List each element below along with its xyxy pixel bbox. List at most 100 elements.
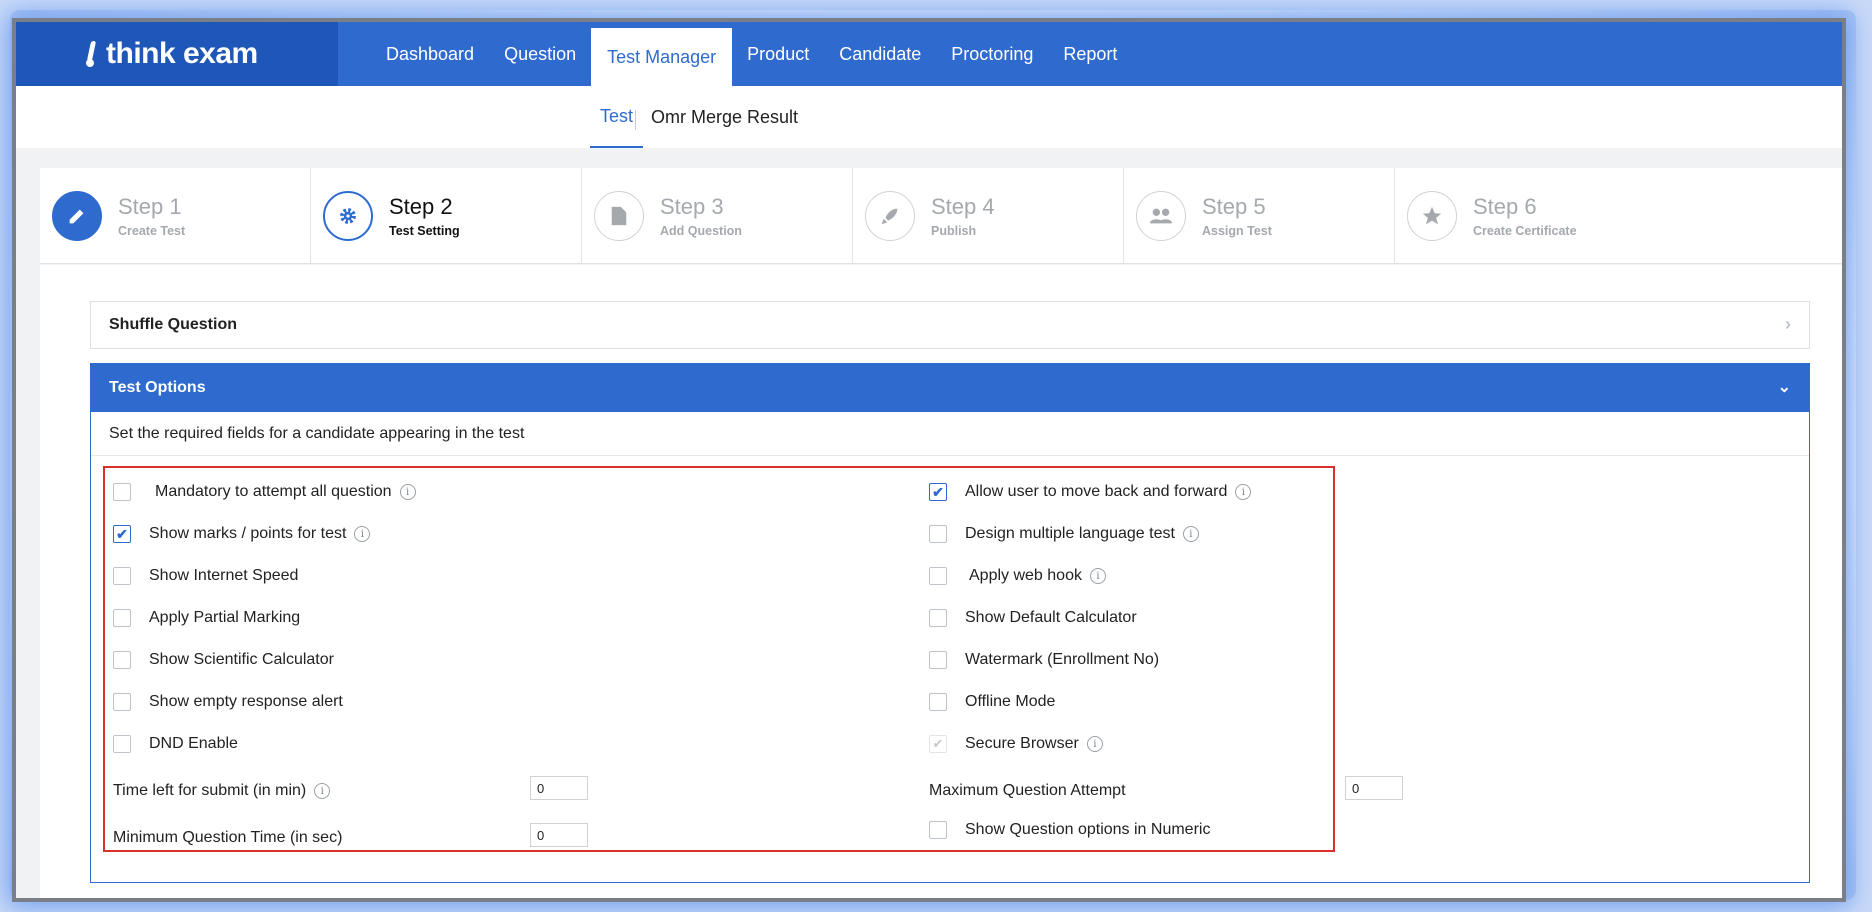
top-navbar: think exam Dashboard Question Test Manag… — [16, 22, 1842, 86]
checkbox[interactable]: ✔ — [929, 483, 947, 501]
option-partial-marking: Apply Partial Marking — [113, 606, 300, 630]
step-title: Step 4 — [931, 194, 995, 219]
step-5[interactable]: Step 5 Assign Test — [1124, 168, 1395, 264]
info-icon[interactable]: i — [1086, 736, 1103, 752]
max-attempt-label: Maximum Question Attempt — [929, 782, 1126, 799]
checkbox[interactable] — [929, 567, 947, 585]
nav-product[interactable]: Product — [732, 22, 824, 86]
option-label: Apply Partial Marking — [149, 609, 301, 626]
app-window: think exam Dashboard Question Test Manag… — [16, 22, 1842, 898]
option-dnd-enable: DND Enable — [113, 732, 238, 756]
step-3[interactable]: Step 3 Add Question — [582, 168, 853, 264]
step-4[interactable]: Step 4 Publish — [853, 168, 1124, 264]
step-title: Step 5 — [1202, 194, 1266, 219]
users-icon — [1136, 191, 1186, 241]
option-move-back-forward: ✔ Allow user to move back and forward i — [929, 480, 1252, 504]
content-area: Shuffle Question › Test Options ⌄ Set th… — [40, 265, 1842, 898]
info-icon[interactable]: i — [354, 526, 371, 542]
step-wizard: Step 1 Create Test Step 2 Test Setting S… — [40, 168, 1842, 264]
step-subtitle: Test Setting — [389, 224, 460, 238]
option-secure-browser: ✔ Secure Browser i — [929, 732, 1103, 756]
step-subtitle: Assign Test — [1202, 224, 1272, 238]
option-label: Show Scientific Calculator — [149, 651, 334, 668]
option-offline-mode: Offline Mode — [929, 690, 1055, 714]
option-show-marks: ✔ Show marks / points for test i — [113, 522, 371, 546]
checkbox[interactable] — [929, 821, 947, 839]
test-options-title: Test Options — [109, 379, 206, 396]
nav-report[interactable]: Report — [1048, 22, 1132, 86]
info-icon[interactable]: i — [1235, 484, 1252, 500]
min-question-time-label: Minimum Question Time (in sec) — [113, 829, 343, 846]
checkbox[interactable] — [113, 693, 131, 711]
step-subtitle: Publish — [931, 224, 977, 238]
test-options-header[interactable]: Test Options ⌄ — [91, 364, 1809, 412]
main-nav: Dashboard Question Test Manager Product … — [371, 22, 1132, 86]
checkbox[interactable] — [929, 651, 947, 669]
option-label: Allow user to move back and forward — [965, 483, 1228, 500]
step-subtitle: Create Test — [118, 224, 186, 238]
logo-area: think exam — [16, 22, 338, 86]
option-label: Show Internet Speed — [149, 567, 299, 584]
checkbox[interactable] — [929, 609, 947, 627]
checkbox[interactable] — [113, 483, 131, 501]
option-label: Watermark (Enrollment No) — [965, 651, 1160, 668]
shuffle-question-panel[interactable]: Shuffle Question › — [90, 301, 1810, 349]
option-label: DND Enable — [149, 735, 238, 752]
option-label: Secure Browser — [965, 735, 1079, 752]
nav-test-manager[interactable]: Test Manager — [591, 28, 733, 86]
step-2[interactable]: Step 2 Test Setting — [311, 168, 582, 264]
option-scientific-calculator: Show Scientific Calculator — [113, 648, 334, 672]
subnav-omr-merge-result[interactable]: Omr Merge Result — [651, 86, 798, 148]
rocket-icon — [865, 191, 915, 241]
checkbox: ✔ — [929, 735, 947, 753]
nav-candidate[interactable]: Candidate — [824, 22, 936, 86]
option-label: Offline Mode — [965, 693, 1056, 710]
checkbox[interactable] — [113, 609, 131, 627]
option-empty-response-alert: Show empty response alert — [113, 690, 343, 714]
option-numeric-options: Show Question options in Numeric — [929, 818, 1210, 842]
checkbox[interactable] — [113, 567, 131, 585]
nav-proctoring[interactable]: Proctoring — [936, 22, 1048, 86]
logo[interactable]: think exam — [86, 37, 258, 71]
document-icon — [594, 191, 644, 241]
logo-text: think exam — [106, 37, 258, 70]
option-time-left: Time left for submit (in min) i — [113, 779, 331, 803]
subnav-divider — [635, 110, 636, 130]
step-title: Step 3 — [660, 194, 724, 219]
option-min-question-time: Minimum Question Time (in sec) — [113, 826, 342, 850]
option-show-internet-speed: Show Internet Speed — [113, 564, 298, 588]
gear-icon — [323, 191, 373, 241]
info-icon[interactable]: i — [399, 484, 416, 500]
step-6[interactable]: Step 6 Create Certificate — [1395, 168, 1666, 264]
chevron-down-icon: ⌄ — [1777, 379, 1791, 396]
option-multiple-language: Design multiple language test i — [929, 522, 1199, 546]
info-icon[interactable]: i — [1089, 568, 1106, 584]
checkbox[interactable] — [929, 693, 947, 711]
checkbox[interactable] — [929, 525, 947, 543]
checkbox[interactable] — [113, 735, 131, 753]
test-options-panel: Test Options ⌄ Set the required fields f… — [90, 363, 1810, 883]
info-icon[interactable]: i — [314, 783, 331, 799]
sub-nav: Test Omr Merge Result — [16, 86, 1842, 148]
option-label: Design multiple language test — [965, 525, 1175, 542]
time-left-input[interactable] — [530, 776, 588, 800]
step-title: Step 6 — [1473, 194, 1537, 219]
option-label: Show Question options in Numeric — [965, 821, 1211, 838]
chevron-right-icon: › — [1785, 314, 1791, 334]
option-default-calculator: Show Default Calculator — [929, 606, 1137, 630]
option-label: Show marks / points for test — [149, 525, 347, 542]
shuffle-question-title: Shuffle Question — [109, 316, 237, 333]
checkbox[interactable] — [113, 651, 131, 669]
step-1[interactable]: Step 1 Create Test — [40, 168, 311, 264]
info-icon[interactable]: i — [1182, 526, 1199, 542]
max-attempt-input[interactable] — [1345, 776, 1403, 800]
checkbox[interactable]: ✔ — [113, 525, 131, 543]
nav-question[interactable]: Question — [489, 22, 591, 86]
nav-dashboard[interactable]: Dashboard — [371, 22, 489, 86]
option-label: Show Default Calculator — [965, 609, 1137, 626]
option-mandatory-attempt: Mandatory to attempt all question i — [113, 480, 416, 504]
option-max-question-attempt: Maximum Question Attempt — [929, 779, 1126, 803]
time-left-label: Time left for submit (in min) — [113, 782, 307, 799]
option-label: Show empty response alert — [149, 693, 343, 710]
min-question-time-input[interactable] — [530, 823, 588, 847]
